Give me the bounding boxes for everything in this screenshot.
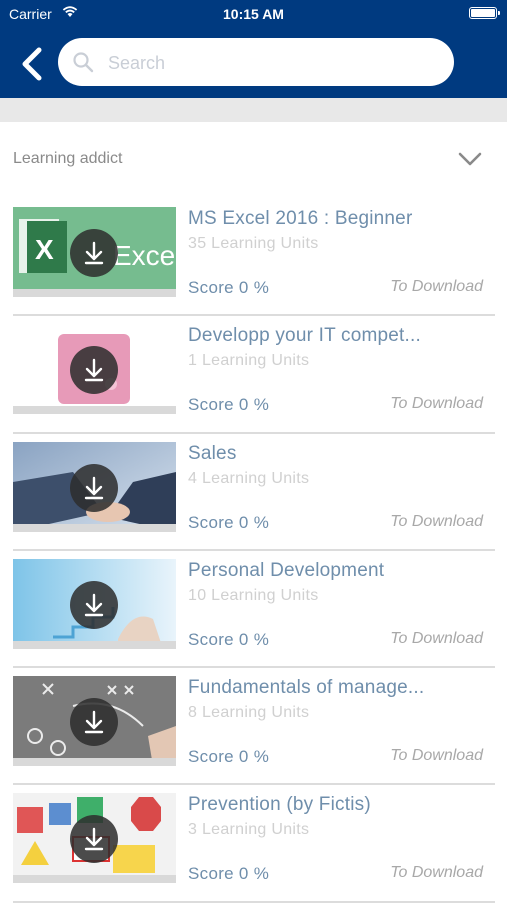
download-button[interactable] xyxy=(70,229,118,277)
download-icon xyxy=(84,359,104,382)
course-title: Fundamentals of manage... xyxy=(188,677,425,699)
course-thumbnail xyxy=(13,558,176,649)
course-item[interactable]: X Excel MS Excel 2016 : Beginner 35 Lear… xyxy=(0,199,507,317)
course-score: Score 0 % xyxy=(188,629,270,649)
course-thumbnail xyxy=(13,324,176,415)
thumbnail-bar xyxy=(13,289,176,297)
course-units: 3 Learning Units xyxy=(188,821,310,839)
thumbnail-bar xyxy=(13,523,176,532)
course-item[interactable]: Sales 4 Learning Units Score 0 % To Down… xyxy=(0,434,507,551)
download-button[interactable] xyxy=(70,580,118,629)
download-icon xyxy=(84,710,104,734)
navigation-header: Carrier 10:15 AM xyxy=(0,0,507,98)
download-icon xyxy=(84,241,104,265)
download-button[interactable] xyxy=(70,463,118,512)
svg-text:Excel: Excel xyxy=(113,240,176,271)
course-units: 35 Learning Units xyxy=(188,235,319,252)
thumbnail-bar xyxy=(13,640,176,649)
download-button[interactable] xyxy=(70,346,118,395)
search-input[interactable] xyxy=(106,38,440,88)
course-title: Prevention (by Fictis) xyxy=(188,794,371,816)
course-status: To Download xyxy=(390,278,483,295)
thumbnail-bar xyxy=(13,406,176,415)
course-thumbnail xyxy=(13,676,176,767)
course-score: Score 0 % xyxy=(188,395,270,415)
course-thumbnail: X Excel xyxy=(13,207,176,297)
course-list: X Excel MS Excel 2016 : Beginner 35 Lear… xyxy=(0,199,507,903)
chevron-down-icon[interactable] xyxy=(457,150,483,168)
course-status: To Download xyxy=(390,512,483,530)
course-item[interactable]: Developp your IT compet... 1 Learning Un… xyxy=(0,316,507,434)
download-icon xyxy=(84,476,104,499)
course-item[interactable]: Prevention (by Fictis) 3 Learning Units … xyxy=(0,785,507,903)
download-icon xyxy=(84,828,104,851)
course-score: Score 0 % xyxy=(188,278,270,297)
status-time: 10:15 AM xyxy=(223,6,284,22)
course-title: Sales xyxy=(188,442,237,464)
course-item[interactable]: Fundamentals of manage... 8 Learning Uni… xyxy=(0,668,507,786)
course-units: 10 Learning Units xyxy=(188,586,319,604)
course-thumbnail xyxy=(13,793,176,884)
download-button[interactable] xyxy=(70,815,118,864)
thumbnail-bar xyxy=(13,758,176,767)
course-status: To Download xyxy=(390,747,483,765)
course-title: Personal Development xyxy=(188,559,385,581)
svg-text:X: X xyxy=(35,234,54,265)
course-score: Score 0 % xyxy=(188,747,270,767)
course-status: To Download xyxy=(390,629,483,647)
category-header[interactable]: Learning addict xyxy=(0,138,507,182)
course-title: Developp your IT compet... xyxy=(188,325,421,347)
thumbnail-bar xyxy=(13,875,176,884)
course-thumbnail xyxy=(13,441,176,532)
course-status: To Download xyxy=(390,864,483,882)
course-units: 1 Learning Units xyxy=(188,352,310,370)
search-icon xyxy=(73,52,94,73)
status-bar: Carrier 10:15 AM xyxy=(0,0,507,28)
back-chevron-icon[interactable] xyxy=(18,46,48,82)
course-title: MS Excel 2016 : Beginner xyxy=(188,208,413,229)
search-bar[interactable] xyxy=(58,38,454,88)
header-spacer xyxy=(0,98,507,122)
category-title: Learning addict xyxy=(13,150,123,167)
battery-icon xyxy=(469,7,500,19)
course-units: 4 Learning Units xyxy=(188,469,310,487)
course-units: 8 Learning Units xyxy=(188,704,310,722)
course-score: Score 0 % xyxy=(188,512,270,532)
divider xyxy=(13,900,495,903)
course-item[interactable]: Personal Development 10 Learning Units S… xyxy=(0,551,507,669)
course-score: Score 0 % xyxy=(188,864,270,884)
course-status: To Download xyxy=(390,395,483,413)
download-icon xyxy=(84,593,104,617)
download-button[interactable] xyxy=(70,698,118,747)
